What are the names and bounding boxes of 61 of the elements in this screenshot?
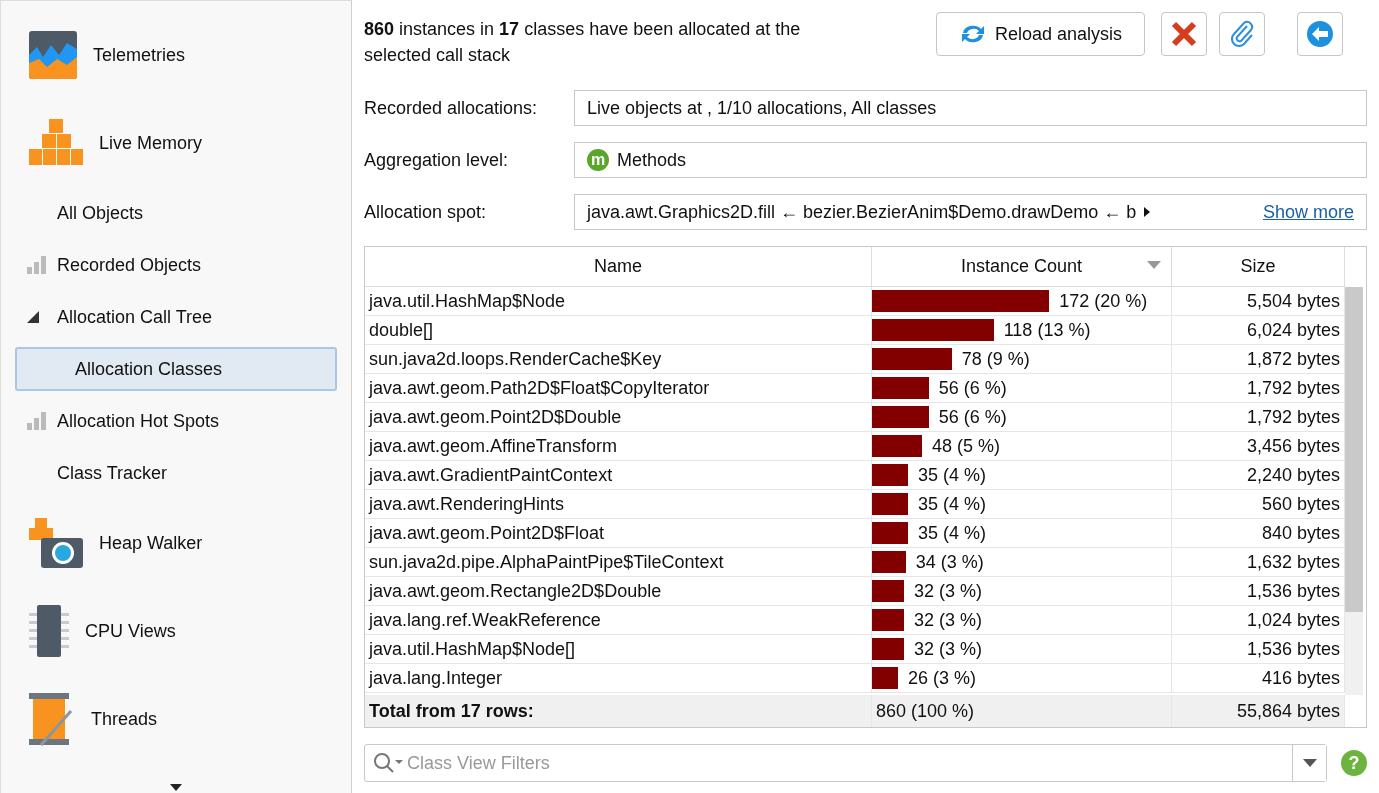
camera-icon [27,516,85,570]
table-cell: 118 (13 %) [1003,319,1091,341]
sidebar-section[interactable]: Threads [91,708,158,730]
caret-icon [1302,759,1317,767]
field-label: Allocation spot: [364,201,488,223]
total-count: 860 (100 %) [872,695,1172,727]
table-cell: 56 (6 %) [938,377,1007,399]
field-label: Recorded allocations: [364,97,539,119]
table-cell: 78 (9 %) [961,348,1030,370]
column-header[interactable]: Size [1172,247,1345,287]
total-size: 55,864 bytes [1172,695,1345,727]
signal-bars-icon [27,412,46,430]
reload-button[interactable]: Reload analysis [936,12,1146,56]
filter-field[interactable]: Class View Filters [405,751,1292,775]
sidebar-item[interactable]: All Objects [55,191,337,235]
field-value: Live objects at , 1/10 allocations, All classes [587,97,937,119]
table-cell: 32 (3 %) [914,609,982,631]
sidebar-item[interactable]: Allocation Hot Spots [55,399,337,443]
close-icon [1171,21,1198,47]
attach-button[interactable] [1219,12,1266,56]
expanded-triangle-icon[interactable] [27,311,39,323]
sidebar-section[interactable]: Live Memory [99,132,203,154]
field-value: java.awt.Graphics2D.fill ← bezier.BezierAnim$Demo.drawDemo ← b [587,201,1137,223]
sidebar-item[interactable]: Allocation Classes [15,347,337,391]
table-cell: 32 (3 %) [914,638,982,660]
chart-icon [27,29,79,81]
more-arrow-icon [1144,207,1151,217]
table-cell: 172 (20 %) [1059,290,1148,312]
sidebar-item[interactable]: Allocation Call Tree [55,295,337,339]
field-value: Methods [617,149,687,171]
field-label: Aggregation level: [364,149,510,171]
table-cell: 26 (3 %) [908,667,977,689]
close-button[interactable] [1161,12,1208,56]
table-cell: 34 (3 %) [915,551,984,573]
total-label: Total from 17 rows: [365,695,872,727]
table-cell: 35 (4 %) [917,493,986,515]
signal-bars-icon [27,256,46,274]
sidebar-item[interactable]: Recorded Objects [55,243,337,287]
back-button[interactable] [1297,12,1344,56]
table-cell: 56 (6 %) [938,406,1007,428]
table-cell: 32 (3 %) [914,580,982,602]
sidebar-section[interactable]: Heap Walker [99,532,203,554]
table-cell: 35 (4 %) [917,464,986,486]
method-badge: m [587,149,609,171]
column-header[interactable]: Instance Count [872,247,1172,287]
search-icon [373,752,405,774]
sidebar-item[interactable]: Class Tracker [55,451,337,495]
scroll-down-icon[interactable] [170,784,182,791]
scrollbar-thumb[interactable] [1345,287,1363,612]
sidebar-section[interactable]: CPU Views [85,620,176,642]
paperclip-icon [1229,20,1256,48]
sidebar-section[interactable]: Telemetries [93,44,186,66]
column-header[interactable]: Name [365,247,872,287]
table-cell: 35 (4 %) [917,522,986,544]
summary-text: 860 instances in 17 classes have been allocated at the selected call stack [364,18,802,67]
show-more-link[interactable]: Show more [1262,201,1354,223]
reload-icon [959,23,987,45]
filter-bar[interactable]: Class View Filters [364,744,1327,782]
table-cell: 48 (5 %) [931,435,1000,457]
chip-icon [27,603,71,659]
dropdown-button[interactable] [1292,745,1326,781]
